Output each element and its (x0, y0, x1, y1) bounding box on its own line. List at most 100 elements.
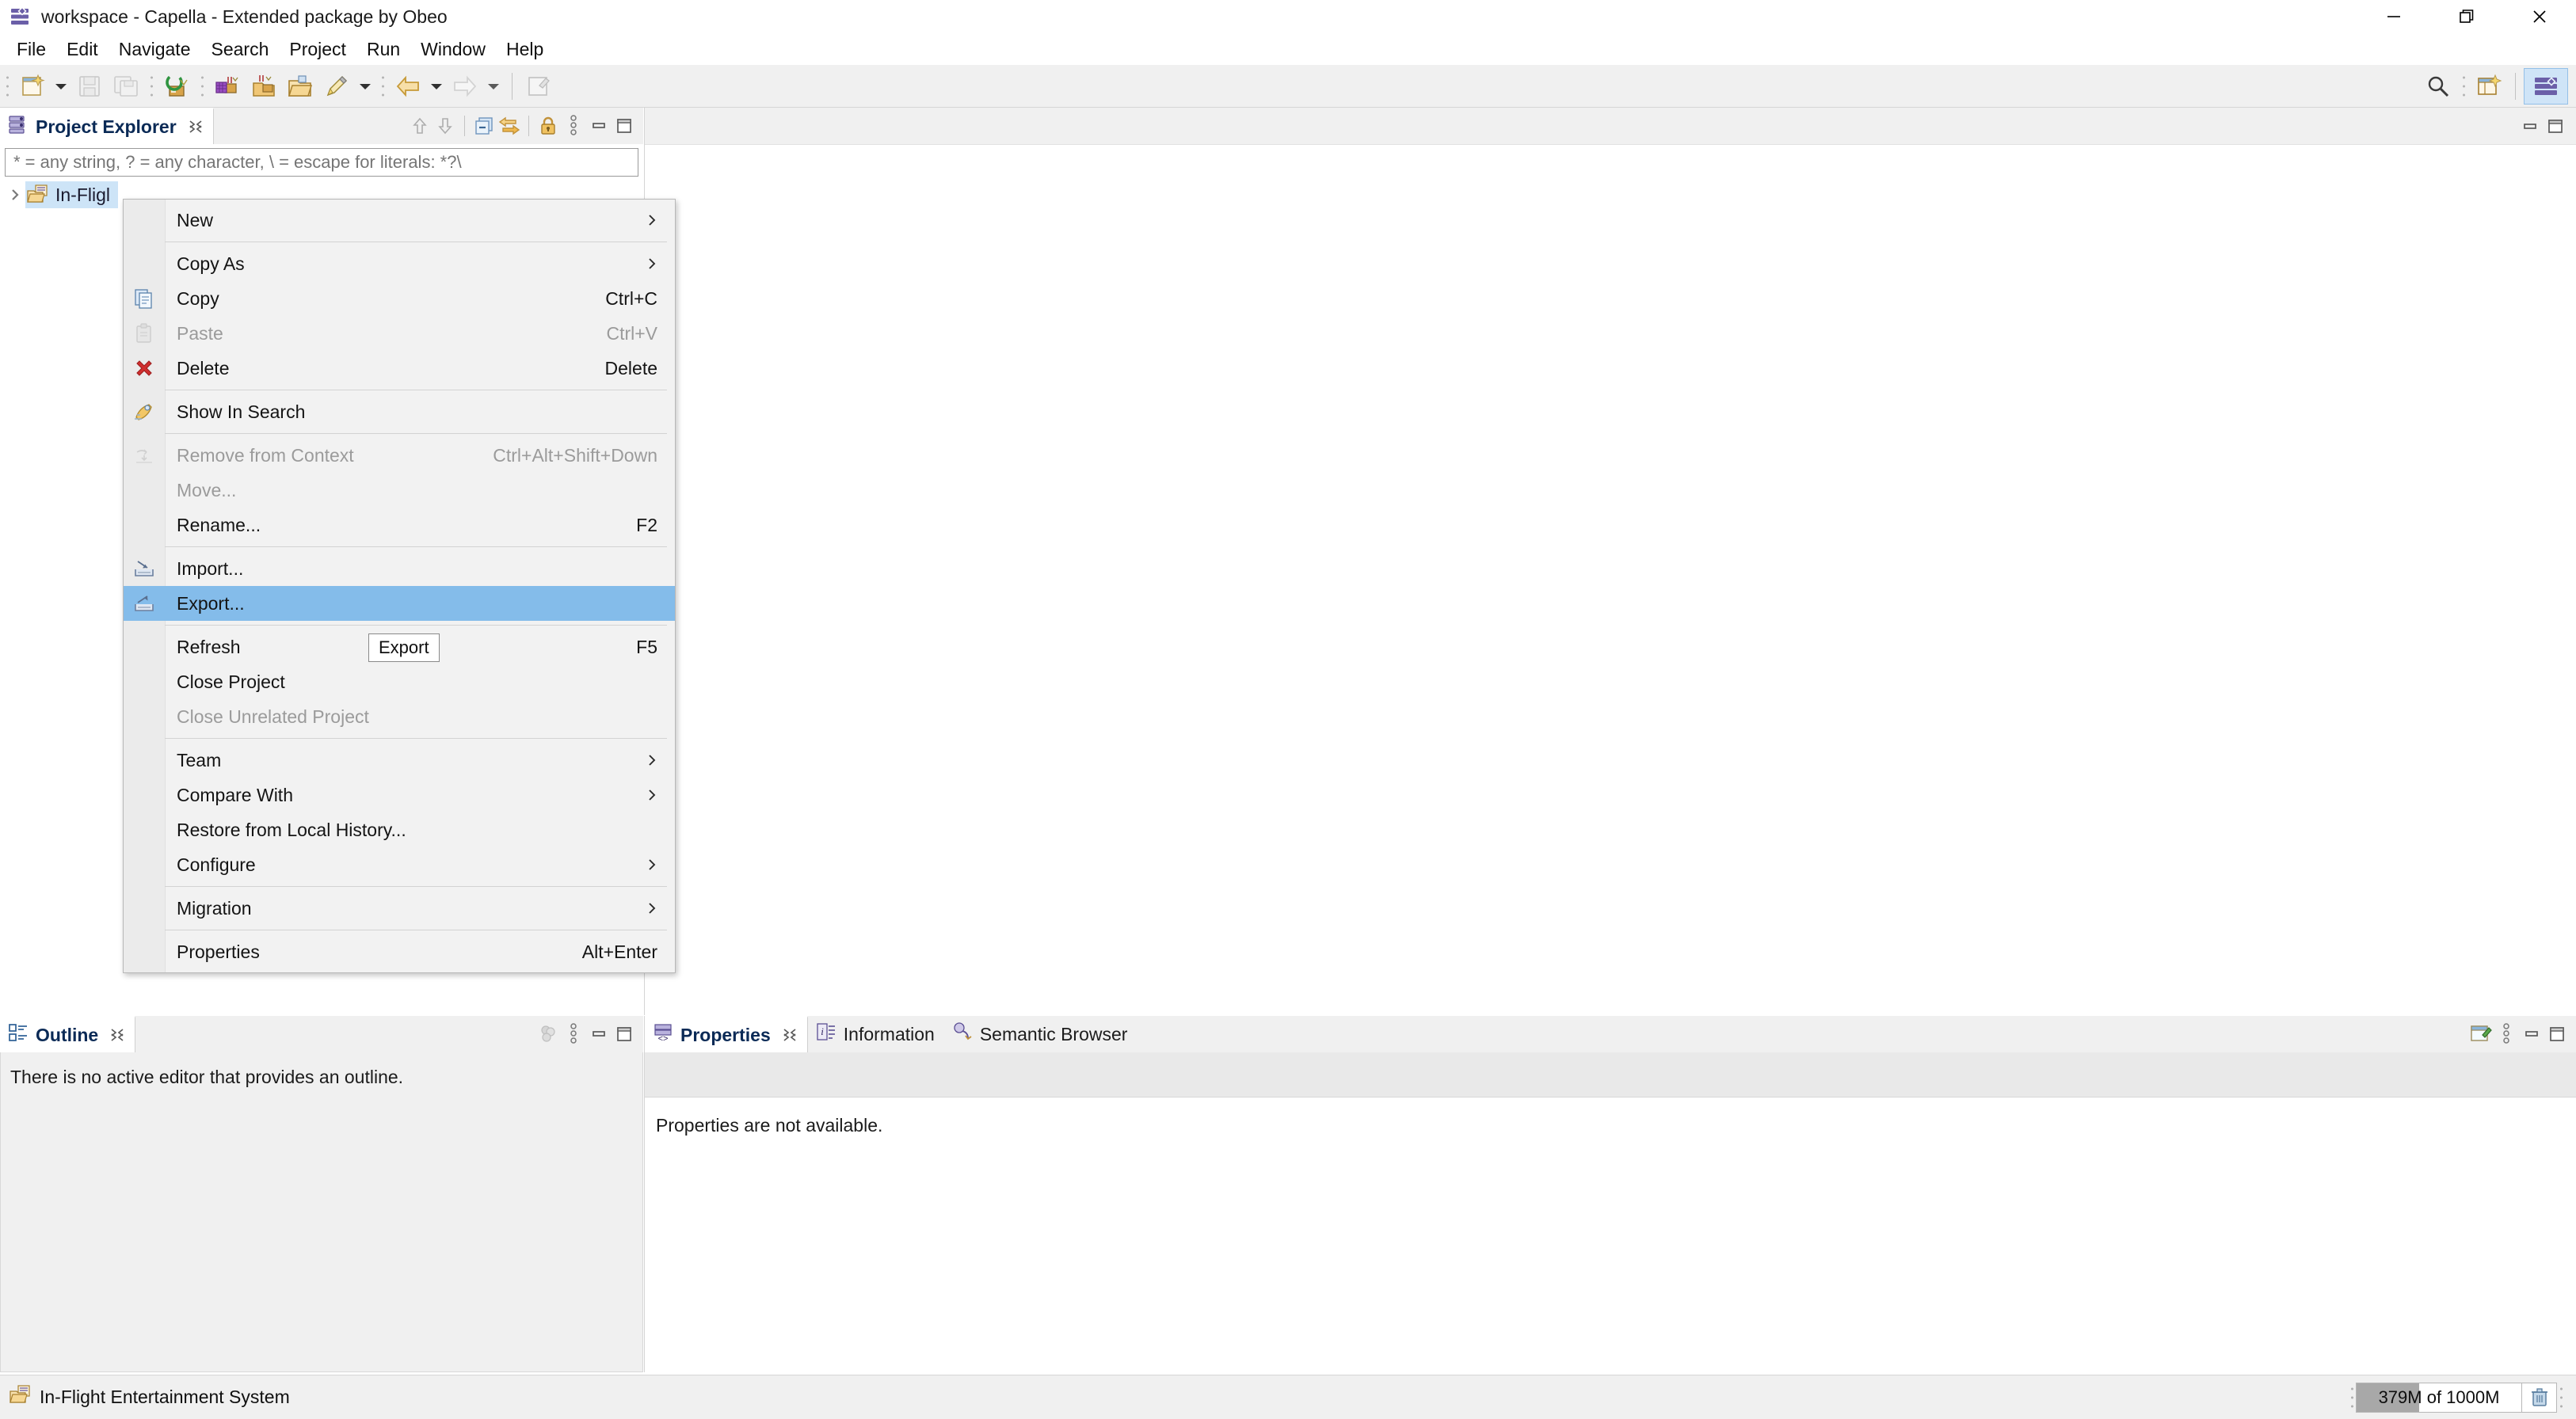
close-tab-icon[interactable] (782, 1027, 798, 1043)
project-context-menu: New Copy As Copy Ctrl+C Paste Ctrl+V Delete Del… (123, 199, 676, 973)
menu-window[interactable]: Window (410, 35, 496, 64)
menu-item-import[interactable]: Import... (124, 551, 675, 586)
menu-item-new[interactable]: New (124, 203, 675, 238)
back-arrow-icon[interactable] (390, 68, 426, 105)
lock-icon[interactable] (535, 112, 561, 140)
heap-status-bar[interactable]: 379M of 1000M (2356, 1382, 2522, 1413)
window-title: workspace - Capella - Extended package b… (41, 6, 448, 27)
menu-item-properties[interactable]: Properties Alt+Enter (124, 934, 675, 969)
tab-semantic-browser[interactable]: Semantic Browser (943, 1016, 1137, 1052)
transition-icon[interactable] (209, 68, 246, 105)
menu-item-restore-from-local-history[interactable]: Restore from Local History... (124, 812, 675, 847)
pencil-edit-icon[interactable] (318, 68, 355, 105)
view-menu-icon[interactable] (561, 1020, 586, 1048)
menu-item-migration[interactable]: Migration (124, 891, 675, 926)
forward-dropdown-icon[interactable] (483, 68, 504, 105)
toolbar-grip-4[interactable] (379, 71, 387, 101)
pencil-dropdown-icon[interactable] (355, 68, 375, 105)
toolbar-separator (512, 72, 513, 100)
back-dropdown-icon[interactable] (426, 68, 447, 105)
toolbar-grip-2[interactable] (147, 71, 155, 101)
menu-project[interactable]: Project (279, 35, 356, 64)
menu-item-copy[interactable]: Copy Ctrl+C (124, 281, 675, 316)
minimize-window-button[interactable] (2357, 0, 2430, 33)
menu-item-delete[interactable]: Delete Delete (124, 351, 675, 386)
menu-item-no-icon (124, 664, 165, 699)
search-icon[interactable] (2420, 68, 2456, 105)
expand-down-icon[interactable] (433, 112, 458, 140)
open-perspective-icon[interactable] (2471, 68, 2507, 105)
perspective-grip[interactable] (2460, 71, 2467, 101)
editor-body (645, 145, 2576, 1015)
trash-icon[interactable] (2522, 1382, 2557, 1413)
menu-item-compare-with[interactable]: Compare With (124, 778, 675, 812)
sort-filter-icon[interactable] (535, 1020, 561, 1048)
editor-maximize-icon[interactable] (2543, 112, 2568, 140)
close-window-button[interactable] (2503, 0, 2576, 33)
search-input[interactable] (12, 151, 638, 173)
maximize-view-icon[interactable] (612, 1020, 637, 1048)
maximize-view-icon[interactable] (612, 112, 637, 140)
open-project-icon[interactable] (282, 68, 318, 105)
tab-project-explorer[interactable]: Project Explorer (0, 108, 214, 144)
outline-tabrow: Outline (0, 1016, 643, 1052)
save-all-icon[interactable] (108, 68, 144, 105)
heap-grip-2[interactable] (2557, 1383, 2565, 1412)
tree-item-label: In-Fligl (55, 184, 111, 205)
menu-item-no-icon (124, 203, 165, 238)
menu-item-no-icon (124, 891, 165, 926)
new-editor-icon[interactable] (520, 68, 557, 105)
restore-window-button[interactable] (2430, 0, 2503, 33)
chevron-right-icon[interactable] (5, 185, 25, 205)
editor-minimize-icon[interactable] (2517, 112, 2543, 140)
tab-properties[interactable]: <> Properties (645, 1016, 808, 1052)
menu-item-team[interactable]: Team (124, 743, 675, 778)
menu-item-label: Remove from Context (177, 444, 354, 466)
menu-item-show-in-search[interactable]: Show In Search (124, 394, 675, 429)
outline-view: Outline There is no active editor that p… (0, 1016, 643, 1372)
validate-model-icon[interactable] (158, 68, 195, 105)
menu-edit[interactable]: Edit (56, 35, 109, 64)
main-toolbar (0, 65, 2576, 108)
minimize-view-icon[interactable] (2519, 1020, 2544, 1048)
view-menu-icon[interactable] (2494, 1020, 2519, 1048)
menu-item-export[interactable]: Export... (124, 586, 675, 621)
new-wizard-icon[interactable] (14, 68, 51, 105)
forward-arrow-icon[interactable] (447, 68, 483, 105)
menu-navigate[interactable]: Navigate (109, 35, 201, 64)
minimize-view-icon[interactable] (586, 1020, 612, 1048)
menu-item-label: Refresh (177, 636, 241, 657)
menu-file[interactable]: File (6, 35, 56, 64)
menu-search[interactable]: Search (200, 35, 279, 64)
minimize-view-icon[interactable] (586, 112, 612, 140)
menu-item-close-project[interactable]: Close Project (124, 664, 675, 699)
toolbar-right-group (2420, 67, 2576, 105)
menu-item-configure[interactable]: Configure (124, 847, 675, 882)
properties-empty-message: Properties are not available. (656, 1115, 883, 1136)
heap-grip[interactable] (2348, 1383, 2356, 1412)
collapse-up-icon[interactable] (407, 112, 433, 140)
toolbar-grip-3[interactable] (198, 71, 206, 101)
close-tab-icon[interactable] (109, 1027, 125, 1043)
toolbar-grip[interactable] (3, 71, 11, 101)
tree-item-selected[interactable]: In-Fligl (25, 181, 119, 208)
menu-item-shortcut: Ctrl+V (606, 322, 657, 344)
menu-item-copy-as[interactable]: Copy As (124, 246, 675, 281)
maximize-view-icon[interactable] (2544, 1020, 2570, 1048)
capella-perspective-icon[interactable] (2524, 67, 2568, 105)
collapse-all-icon[interactable] (471, 112, 497, 140)
link-with-editor-icon[interactable] (497, 112, 522, 140)
save-icon[interactable] (71, 68, 108, 105)
pin-view-icon[interactable] (2468, 1020, 2494, 1048)
new-wizard-dropdown-icon[interactable] (51, 68, 71, 105)
close-tab-icon[interactable] (188, 119, 204, 135)
search-filter-box[interactable] (5, 148, 638, 177)
menu-run[interactable]: Run (356, 35, 410, 64)
menu-item-label: Close Unrelated Project (177, 706, 369, 727)
export-transition-icon[interactable] (246, 68, 282, 105)
tab-outline[interactable]: Outline (0, 1016, 136, 1052)
view-menu-icon[interactable] (561, 112, 586, 140)
tab-information[interactable]: i Information (807, 1016, 944, 1052)
menu-item-rename[interactable]: Rename... F2 (124, 508, 675, 542)
menu-help[interactable]: Help (496, 35, 554, 64)
